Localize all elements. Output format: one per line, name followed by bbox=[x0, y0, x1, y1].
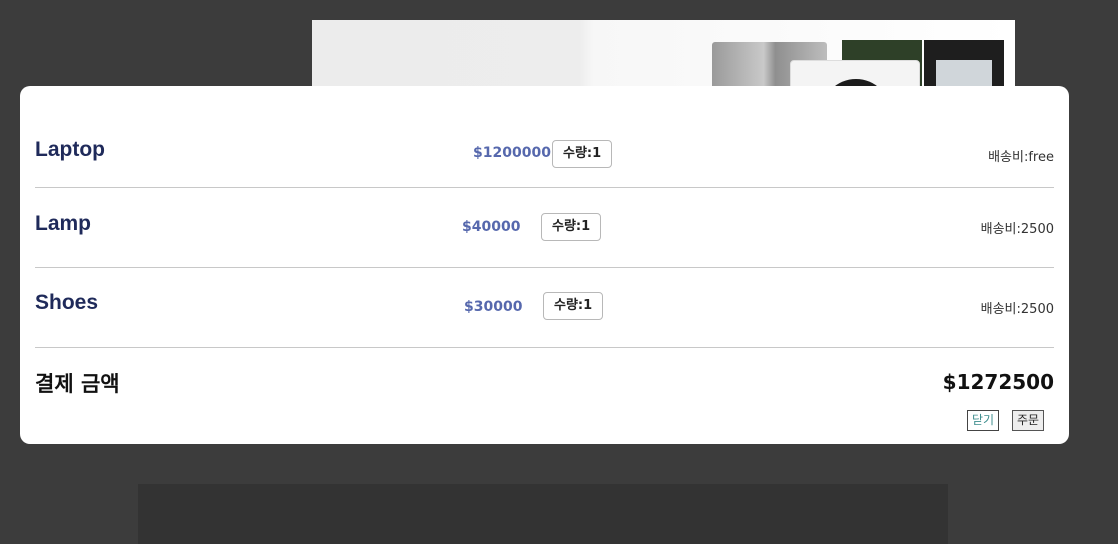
quantity-button[interactable]: 수량:1 bbox=[552, 140, 613, 168]
product-price: $40000 bbox=[462, 219, 521, 235]
product-name: Lamp bbox=[35, 212, 92, 235]
quantity-button[interactable]: 수량:1 bbox=[541, 213, 602, 241]
cart-item: Lamp $40000 수량:1 배송비:2500 bbox=[35, 188, 1054, 268]
order-button[interactable]: 주문 bbox=[1012, 410, 1045, 431]
product-name: Laptop bbox=[35, 138, 105, 161]
product-price: $1200000 bbox=[473, 145, 551, 161]
background-footer bbox=[138, 484, 948, 544]
cart-modal: Laptop $1200000 수량:1 배송비:free Lamp $4000… bbox=[20, 86, 1069, 444]
quantity-button[interactable]: 수량:1 bbox=[543, 292, 604, 320]
close-button[interactable]: 닫기 bbox=[967, 410, 1000, 431]
shipping-fee: 배송비:2500 bbox=[980, 222, 1054, 237]
total-label: 결제 금액 bbox=[35, 372, 120, 396]
product-price: $30000 bbox=[464, 299, 523, 315]
cart-item: Laptop $1200000 수량:1 배송비:free bbox=[35, 108, 1054, 188]
total-amount: $1272500 bbox=[942, 370, 1054, 394]
cart-item: Shoes $30000 수량:1 배송비:2500 bbox=[35, 268, 1054, 348]
shipping-fee: 배송비:2500 bbox=[980, 302, 1054, 317]
shipping-fee: 배송비:free bbox=[988, 150, 1054, 165]
product-name: Shoes bbox=[35, 291, 99, 314]
